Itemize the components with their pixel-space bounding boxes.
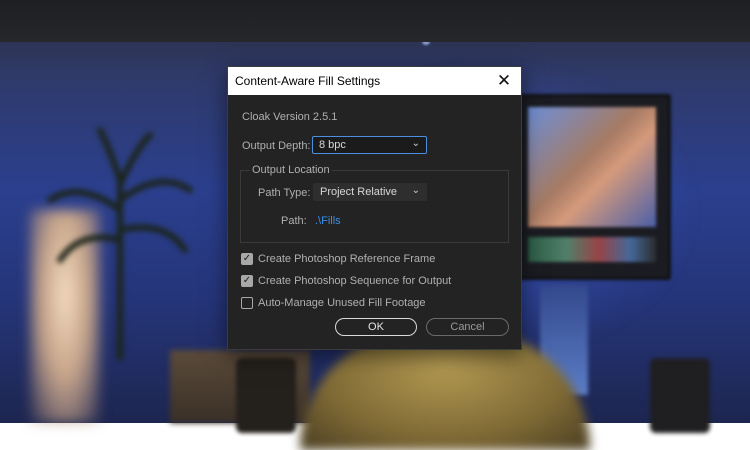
- dialog-title: Content-Aware Fill Settings: [235, 74, 381, 88]
- monitor-screen: [528, 107, 656, 227]
- output-depth-dropdown[interactable]: 8 bpc ⌄: [312, 136, 427, 154]
- checkmark-icon[interactable]: ✓: [241, 275, 253, 287]
- chevron-down-icon: ⌄: [411, 138, 420, 149]
- path-label: Path:: [281, 215, 307, 227]
- checkbox-box[interactable]: [241, 297, 253, 309]
- top-bar: [0, 0, 750, 42]
- checkbox-label: Auto-Manage Unused Fill Footage: [258, 297, 426, 309]
- output-location-group: [240, 170, 509, 243]
- close-icon: ✕: [496, 71, 512, 90]
- version-text: Cloak Version 2.5.1: [242, 111, 338, 123]
- speaker-right: [650, 358, 710, 433]
- ok-button[interactable]: OK: [335, 318, 417, 336]
- monitor-timeline: [528, 237, 656, 262]
- output-depth-value: 8 bpc: [319, 139, 346, 151]
- checkbox-reference-frame[interactable]: ✓ Create Photoshop Reference Frame: [241, 252, 435, 266]
- speaker-left: [236, 358, 296, 433]
- plant: [47, 127, 193, 360]
- path-link[interactable]: .\Fills: [315, 215, 341, 227]
- path-type-value: Project Relative: [320, 186, 398, 198]
- checkmark-icon[interactable]: ✓: [241, 253, 253, 265]
- content-aware-fill-dialog: Content-Aware Fill Settings ✕ Cloak Vers…: [227, 66, 522, 350]
- chevron-down-icon: ⌄: [411, 185, 420, 196]
- close-button[interactable]: ✕: [487, 67, 521, 95]
- checkbox-label: Create Photoshop Reference Frame: [258, 253, 436, 265]
- output-depth-label: Output Depth:: [242, 140, 311, 152]
- checkbox-auto-manage[interactable]: Auto-Manage Unused Fill Footage: [241, 296, 426, 310]
- background-monitor: [517, 94, 671, 280]
- title-bar: Content-Aware Fill Settings ✕: [228, 67, 521, 95]
- output-location-title: Output Location: [250, 164, 332, 176]
- cancel-button[interactable]: Cancel: [426, 318, 509, 336]
- path-type-label: Path Type:: [258, 187, 311, 199]
- path-type-dropdown[interactable]: Project Relative ⌄: [313, 183, 427, 201]
- checkbox-sequence-output[interactable]: ✓ Create Photoshop Sequence for Output: [241, 274, 451, 288]
- checkbox-label: Create Photoshop Sequence for Output: [258, 275, 452, 287]
